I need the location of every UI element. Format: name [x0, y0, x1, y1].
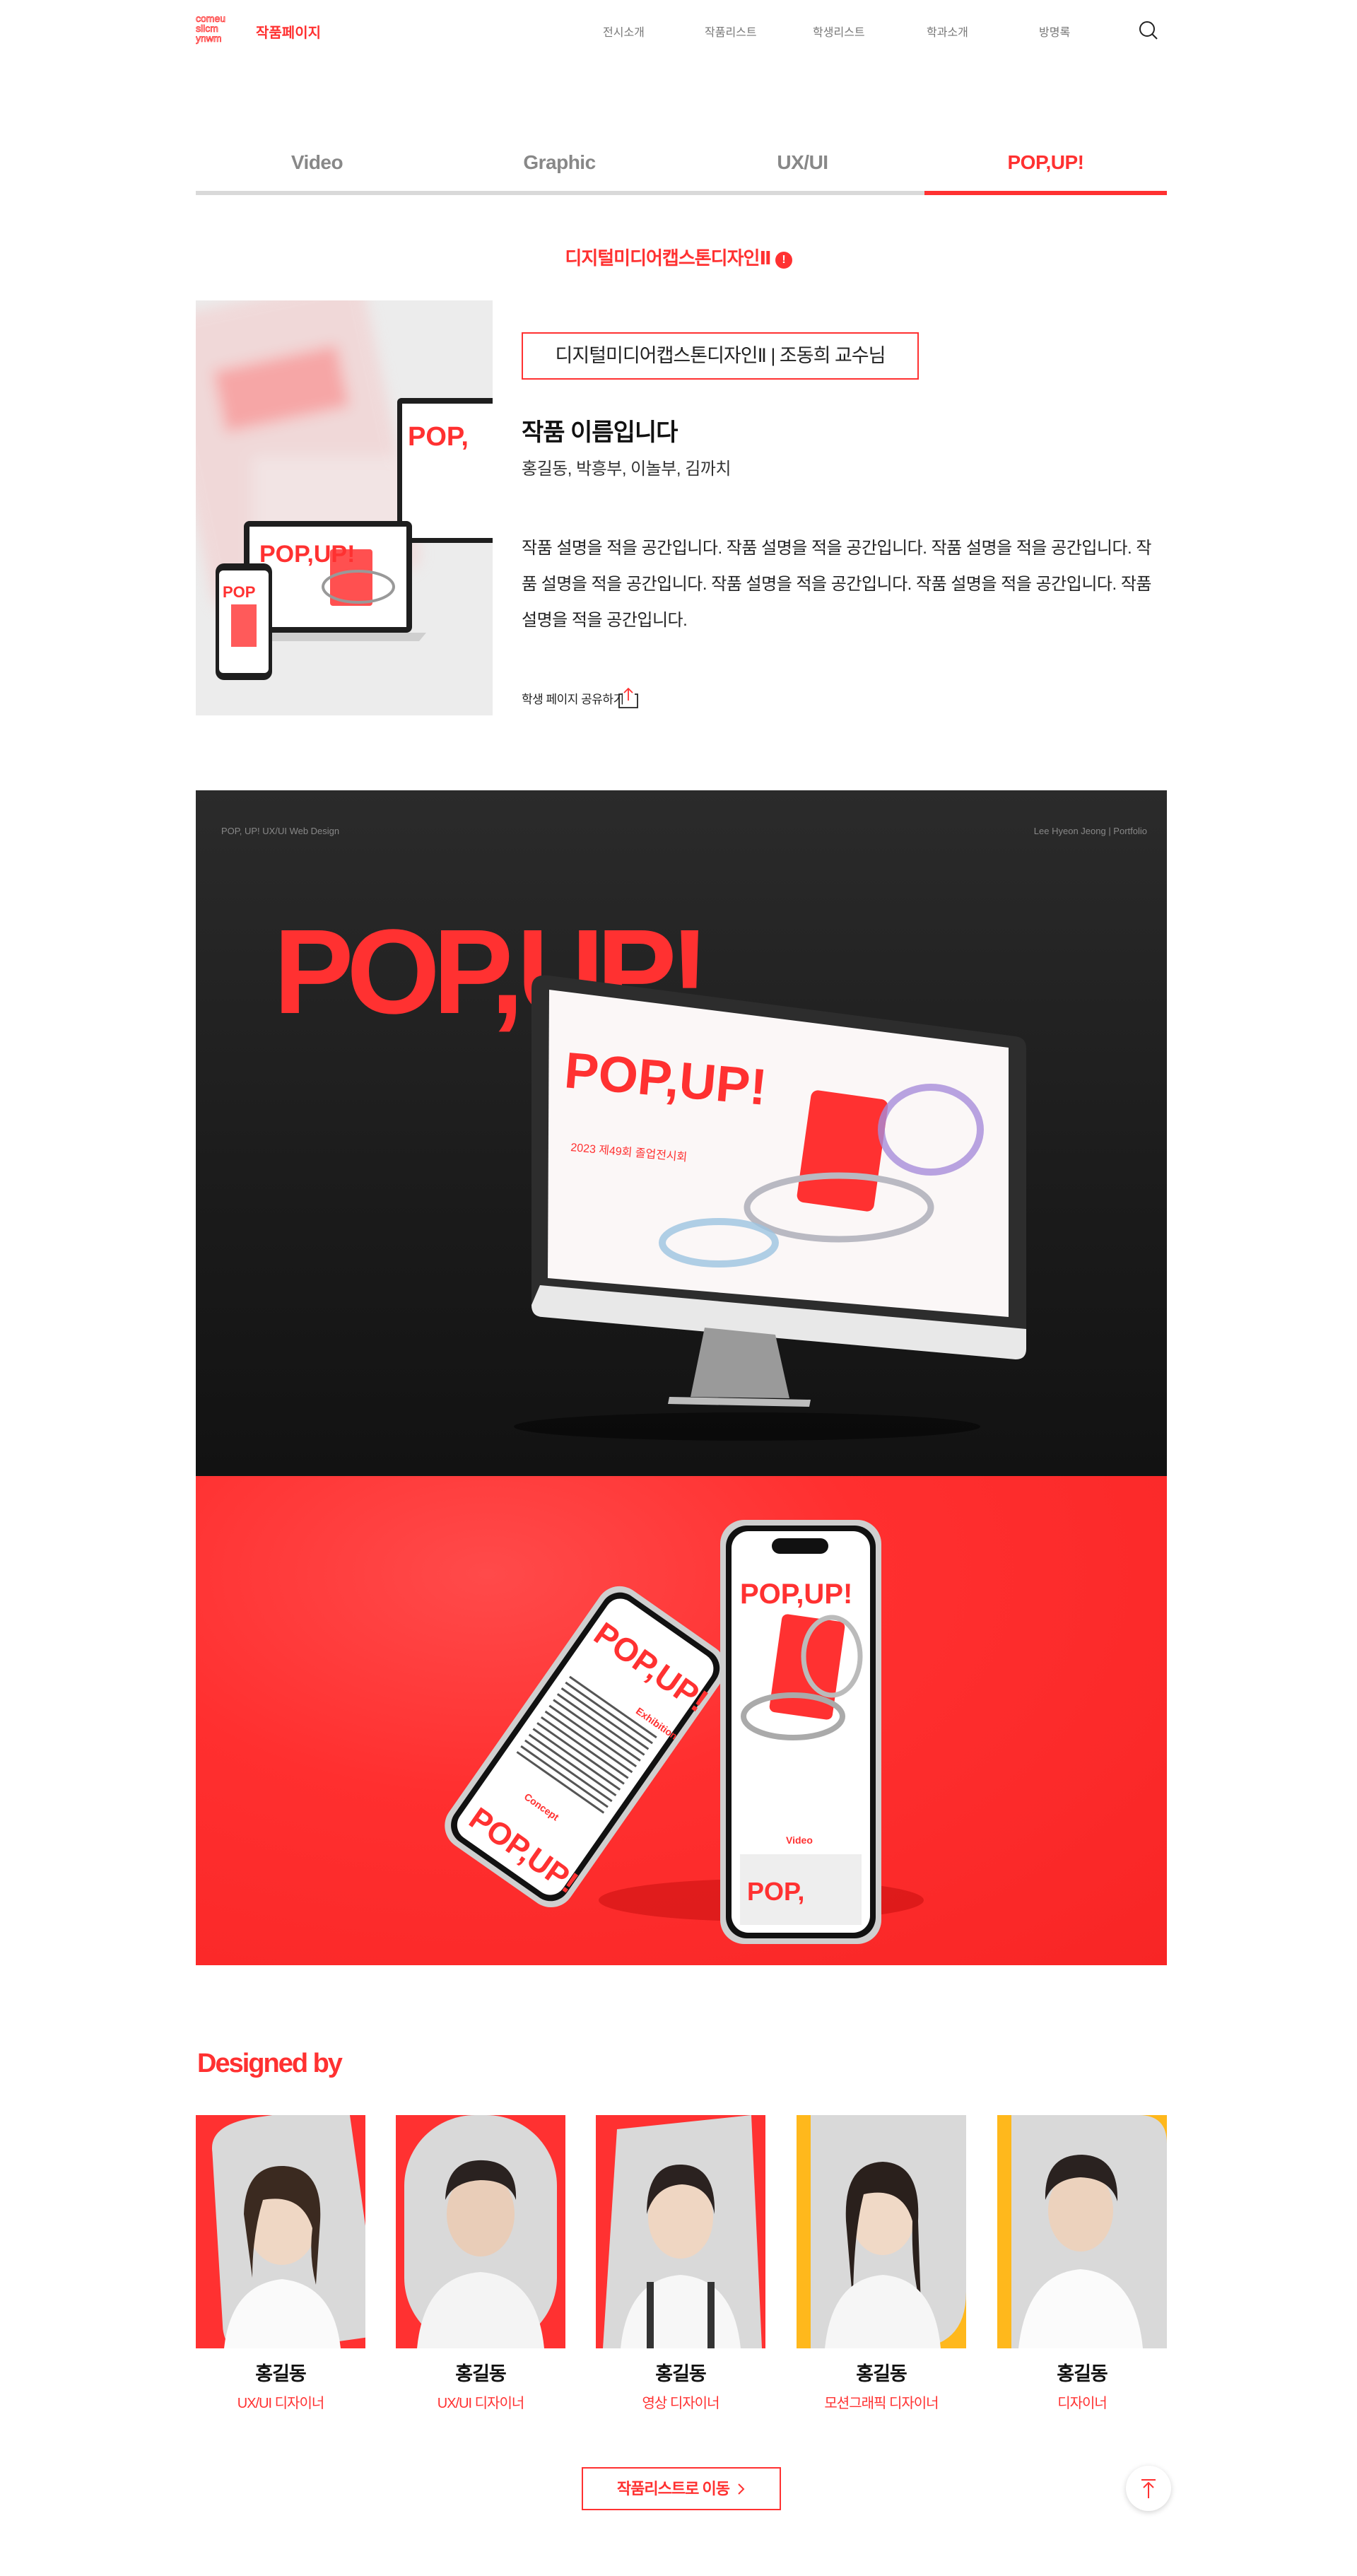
- share-icon[interactable]: [616, 686, 640, 710]
- desktop-mockup: POP,UP! POP,UP! 2023 제49회 졸업전시회: [274, 905, 1026, 1441]
- chevron-right-icon: [737, 2470, 746, 2510]
- designer-role: 디자이너: [1057, 2396, 1108, 2411]
- designer-role: 영상 디자이너: [642, 2396, 720, 2411]
- designer-name: 홍길동: [1057, 2363, 1108, 2384]
- course-professor-box: 디지털미디어캡스톤디자인Ⅱ | 조동희 교수님: [522, 332, 919, 380]
- designer-role: UX/UI 디자이너: [437, 2396, 525, 2411]
- arrow-up-icon: [1141, 2479, 1156, 2498]
- nav-item-works[interactable]: 작품리스트: [705, 23, 757, 40]
- course-heading-text: 디지털미디어캡스톤디자인Ⅱ: [565, 247, 771, 269]
- svg-text:POP,: POP,: [747, 1877, 804, 1906]
- designer-card[interactable]: 홍길동 영상 디자이너: [596, 2115, 765, 2412]
- course-heading: 디지털미디어캡스톤디자인Ⅱ!: [0, 244, 1357, 270]
- svg-text:POP: POP: [223, 583, 255, 601]
- nav-item-department[interactable]: 학과소개: [927, 23, 968, 40]
- designer-photo: [997, 2115, 1167, 2348]
- designer-photo: [196, 2115, 365, 2348]
- designer-role: 모션그래픽 디자이너: [824, 2396, 939, 2411]
- nav-item-guestbook[interactable]: 방명록: [1039, 23, 1070, 40]
- tab-graphic[interactable]: Graphic: [438, 134, 681, 195]
- designer-name: 홍길동: [455, 2363, 507, 2384]
- showcase-mobile-image: POP,UP! Exhibition Concept POP,UP! POP,U…: [196, 1476, 1167, 1965]
- designer-card[interactable]: 홍길동 UX/UI 디자이너: [396, 2115, 565, 2412]
- tab-active-indicator: [924, 191, 1167, 195]
- svg-text:POP,: POP,: [408, 422, 469, 452]
- designer-role: UX/UI 디자이너: [237, 2396, 325, 2411]
- designer-name: 홍길동: [255, 2363, 307, 2384]
- svg-text:ynwm: ynwm: [196, 33, 222, 44]
- tab-uxui[interactable]: UX/UI: [681, 134, 924, 195]
- designer-name: 홍길동: [655, 2363, 707, 2384]
- brand-title[interactable]: 작품페이지: [256, 21, 321, 42]
- designer-card[interactable]: 홍길동 UX/UI 디자이너: [196, 2115, 365, 2412]
- mobile-mockup: POP,UP! Exhibition Concept POP,UP! POP,U…: [445, 1520, 924, 1944]
- nav-item-students[interactable]: 학생리스트: [813, 23, 865, 40]
- work-members: 홍길동, 박흥부, 이놀부, 김까치: [522, 459, 731, 479]
- designer-photo: [396, 2115, 565, 2348]
- share-label[interactable]: 학생 페이지 공유하기: [522, 689, 624, 707]
- site-header: comeu sllcm ynwm 작품페이지 전시소개 작품리스트 학생리스트 …: [0, 0, 1357, 61]
- tab-popup[interactable]: POP,UP!: [924, 134, 1167, 195]
- site-logo[interactable]: comeu sllcm ynwm: [196, 13, 245, 48]
- svg-text:POP,UP!: POP,UP!: [740, 1579, 852, 1610]
- go-to-works-list-button[interactable]: 작품리스트로 이동: [582, 2467, 781, 2510]
- designed-by-heading: Designed by: [197, 2049, 343, 2078]
- designer-card[interactable]: 홍길동 모션그래픽 디자이너: [797, 2115, 966, 2412]
- showcase-desktop-image: POP, UP! UX/UI Web Design Lee Hyeon Jeon…: [196, 790, 1167, 1476]
- designer-photo: [596, 2115, 765, 2348]
- category-tabs: Video Graphic UX/UI POP,UP!: [196, 134, 1167, 195]
- work-title: 작품 이름입니다: [522, 419, 678, 446]
- tab-video[interactable]: Video: [196, 134, 438, 195]
- designer-photo: [797, 2115, 966, 2348]
- info-icon[interactable]: !: [775, 252, 792, 269]
- search-icon[interactable]: [1138, 20, 1159, 41]
- work-description: 작품 설명을 적을 공간입니다. 작품 설명을 적을 공간입니다. 작품 설명을…: [522, 539, 1151, 630]
- scroll-to-top-button[interactable]: [1126, 2466, 1171, 2511]
- work-thumbnail[interactable]: POP, POP,UP! POP: [196, 300, 493, 715]
- designer-card[interactable]: 홍길동 디자이너: [997, 2115, 1167, 2412]
- svg-text:Video: Video: [786, 1834, 813, 1846]
- go-to-works-list-label: 작품리스트로 이동: [616, 2480, 730, 2498]
- designer-name: 홍길동: [856, 2363, 907, 2384]
- nav-item-exhibition[interactable]: 전시소개: [603, 23, 645, 40]
